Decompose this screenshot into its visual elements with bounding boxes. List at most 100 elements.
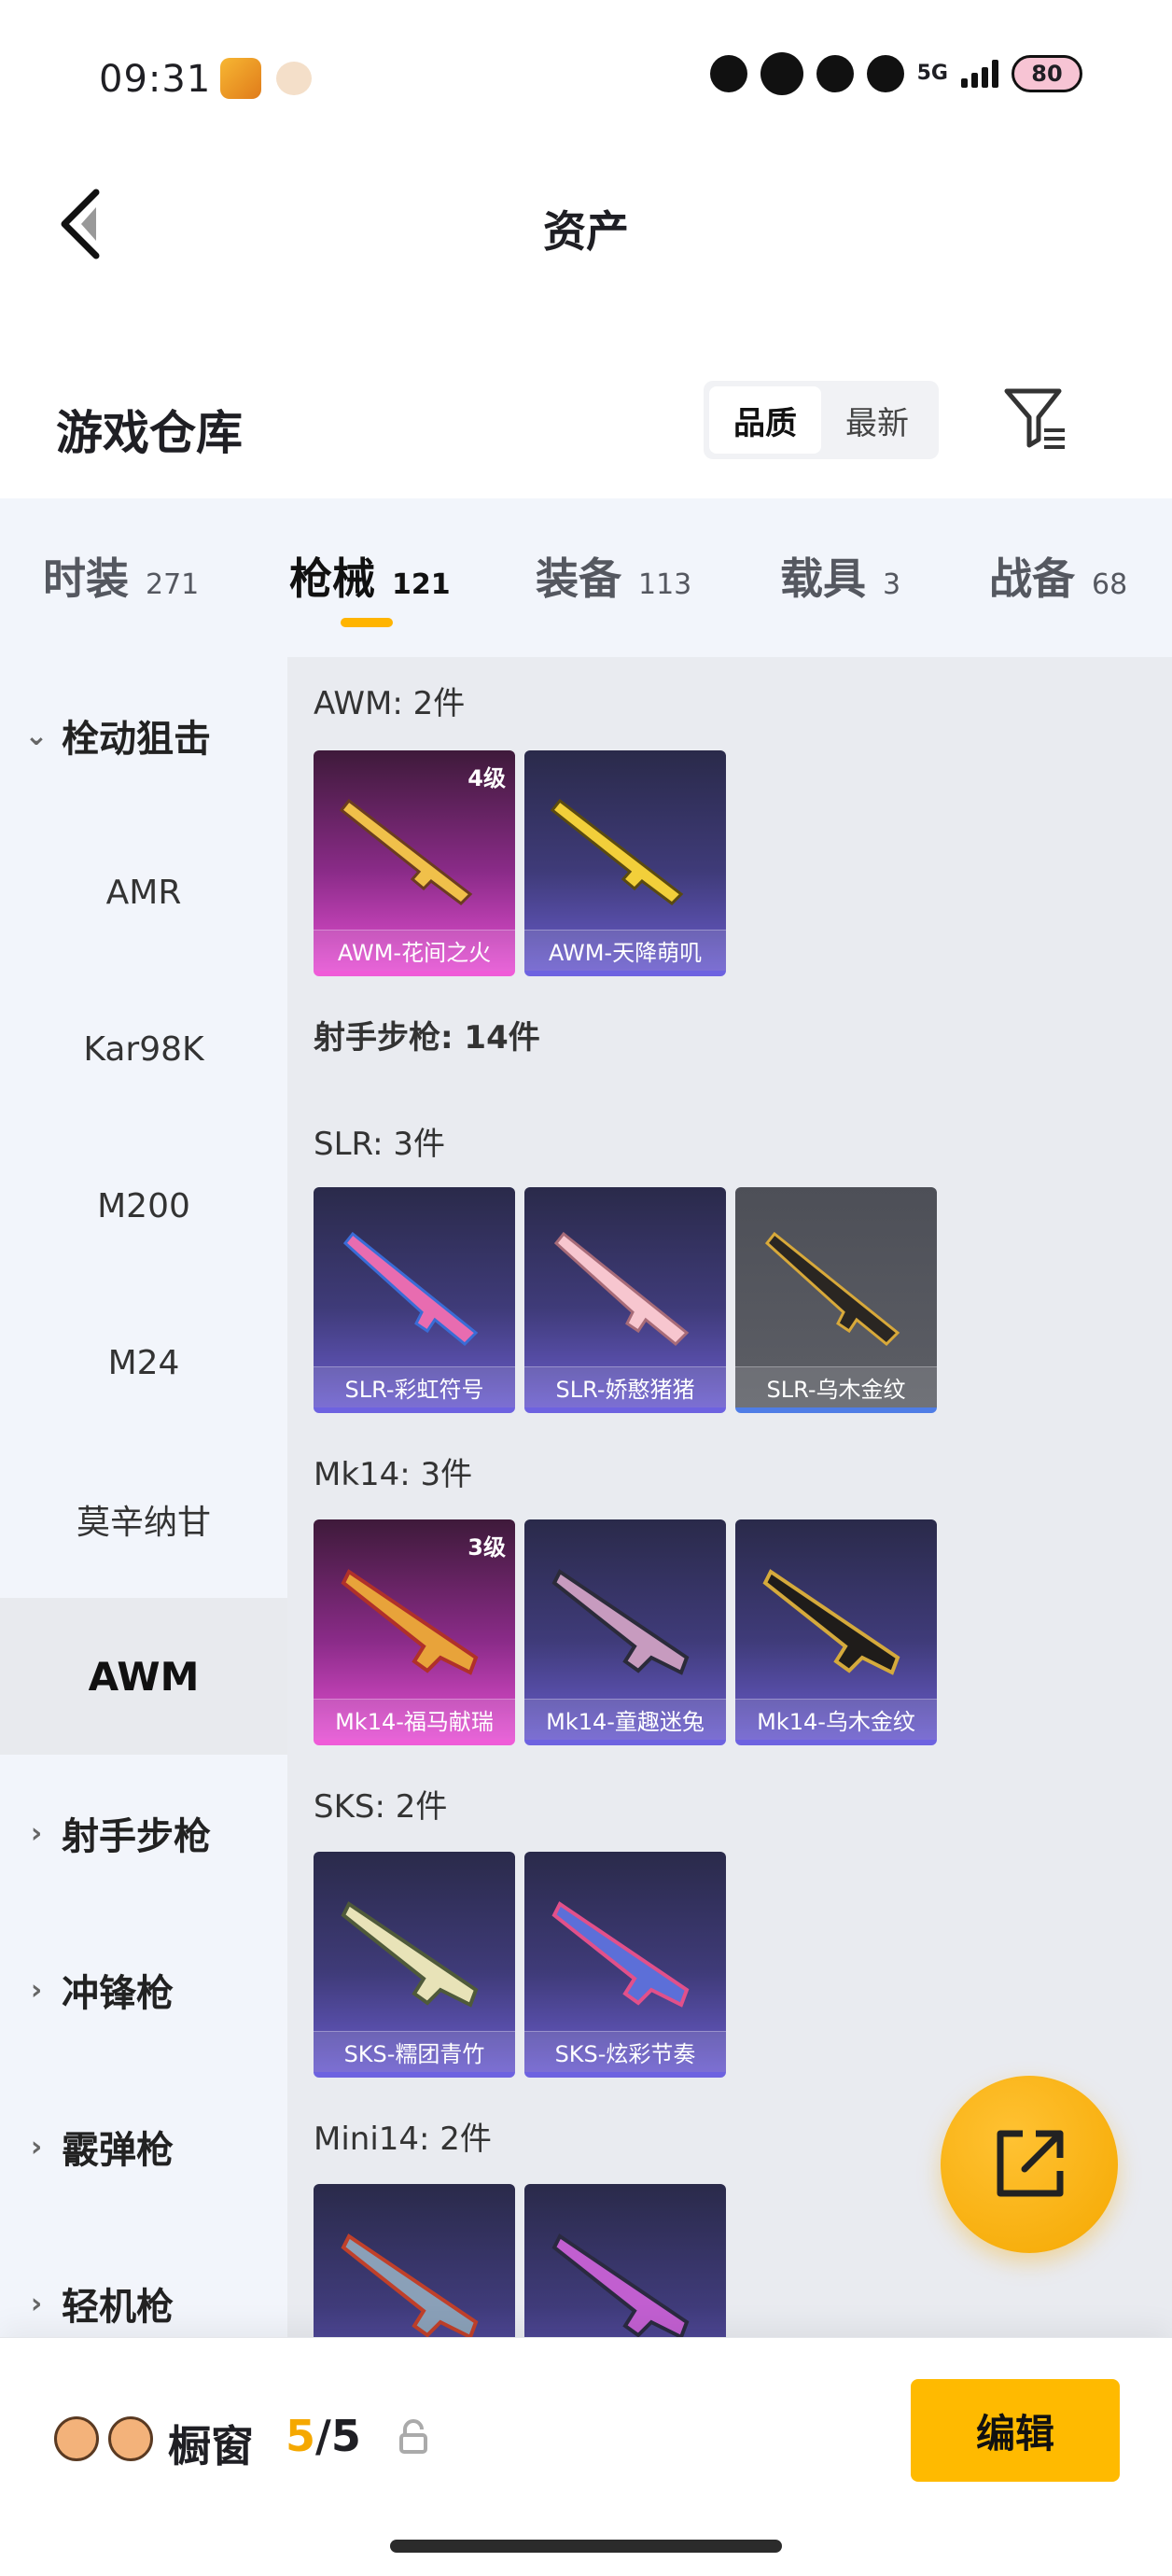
weapon-card[interactable]: SKS-糯团青竹 [314,1852,515,2078]
weapon-name: SLR-乌木金纹 [735,1366,937,1407]
status-bar: 09:31 5G 80 [0,0,1172,159]
rifle-icon [341,1569,479,1675]
chevron-right-icon: › [30,1816,43,1850]
tab-count: 68 [1092,568,1128,601]
tab-label: 装备 [536,553,621,604]
sort-latest-option[interactable]: 最新 [821,386,933,454]
tab-equipment[interactable]: 装备 113 [536,545,691,607]
section-title-dmr: 射手步枪: 14件 [314,1019,540,1057]
showcase-used: 5 [286,2411,316,2461]
sidebar-item-amr[interactable]: AMR [0,814,287,971]
sidebar-group-shotgun[interactable]: › 霰弹枪 [0,2068,287,2225]
weapon-card[interactable]: Mk14-童趣迷兔 [524,1519,726,1745]
app-header: 资产 [0,159,1172,289]
showcase-pets [54,2416,153,2461]
filter-icon [1004,388,1065,449]
game-app-icon [220,58,261,99]
signal-icon [961,60,998,88]
sidebar-group-label: 轻机枪 [62,2286,174,2329]
rifle-icon [551,1569,690,1675]
section-title-sks: SKS: 2件 [314,1788,448,1826]
section-title-mini14: Mini14: 2件 [314,2121,492,2158]
warehouse-title: 游戏仓库 [56,406,243,460]
rifle-icon [341,2233,479,2337]
chevron-down-icon: ⌄ [24,719,49,752]
status-time: 09:31 [99,58,212,101]
rifle-icon [551,2233,690,2337]
rifle-icon [339,798,473,905]
sidebar-group-label: 栓动狙击 [62,718,211,761]
tab-label: 载具 [780,553,866,604]
weapon-type-sidebar: ⌄ 栓动狙击 AMR Kar98K M200 M24 莫辛纳甘 AWM › 射手… [0,657,287,2337]
showcase-label: 橱窗 [168,2421,254,2471]
weapon-card[interactable]: Mk14-乌木金纹 [735,1519,937,1745]
weapon-name: Mk14-乌木金纹 [735,1699,937,1740]
sidebar-item-m24[interactable]: M24 [0,1284,287,1441]
paw-icon [108,2416,153,2461]
alarm-icon [760,52,803,95]
network-type: 5G [916,62,948,85]
weapon-name: SKS-糯团青竹 [314,2031,515,2072]
tab-label: 枪械 [289,553,375,604]
weapon-card[interactable]: SLR-娇憨猪猪 [524,1187,726,1413]
tab-count: 121 [392,568,451,601]
page-title: 资产 [543,206,629,257]
rifle-icon [550,798,684,905]
weapon-card[interactable]: 4级 AWM-花间之火 [314,750,515,976]
paw-icon [816,55,854,92]
sidebar-group-smg[interactable]: › 冲锋枪 [0,1911,287,2068]
home-indicator[interactable] [390,2540,782,2553]
active-tab-indicator [341,618,393,627]
weapon-card[interactable]: AWM-天降萌叽 [524,750,726,976]
weapon-card[interactable]: SLR-乌木金纹 [735,1187,937,1413]
sidebar-group-label: 冲锋枪 [62,1972,174,2015]
sidebar-item-awm[interactable]: AWM [0,1598,287,1755]
rifle-icon [341,1901,479,2008]
tab-supplies[interactable]: 战备 68 [989,545,1127,607]
weapon-name: AWM-花间之火 [314,930,515,971]
weapon-name: SKS-炫彩节奏 [524,2031,726,2072]
tab-count: 3 [883,568,901,601]
weapon-name: Mk14-福马献瑞 [314,1699,515,1740]
lock-icon [399,2419,427,2454]
weapon-card[interactable]: SLR-彩虹符号 [314,1187,515,1413]
tab-vehicles[interactable]: 载具 3 [780,545,900,607]
warehouse-toolbar: 游戏仓库 品质 最新 [0,373,1172,495]
sort-quality-option[interactable]: 品质 [709,386,821,454]
chevron-right-icon: › [30,1973,43,2007]
rifle-icon [553,1231,690,1347]
weapon-name: AWM-天降萌叽 [524,930,726,971]
sidebar-group-lmg[interactable]: › 轻机枪 [0,2225,287,2337]
filter-button[interactable] [997,381,1073,457]
sort-toggle: 品质 最新 [704,381,939,459]
weapon-card[interactable]: 3级 Mk14-福马献瑞 [314,1519,515,1745]
notification-app-icon [276,62,312,95]
sidebar-item-mosin[interactable]: 莫辛纳甘 [0,1441,287,1598]
tab-fashion[interactable]: 时装 271 [43,545,199,607]
weapon-card[interactable] [314,2184,515,2337]
tab-firearms[interactable]: 枪械 121 [289,545,451,607]
chevron-right-icon: › [30,2130,43,2163]
weapon-card[interactable] [524,2184,726,2337]
wifi-icon [866,55,904,92]
tab-count: 113 [638,568,692,601]
weapon-name: SLR-娇憨猪猪 [524,1366,726,1407]
section-title-mk14: Mk14: 3件 [314,1456,473,1493]
showcase-separator: / [315,2411,331,2461]
section-title-awm: AWM: 2件 [314,685,466,722]
share-button[interactable] [941,2076,1118,2253]
bottom-bar: 橱窗 5/5 编辑 [0,2337,1172,2576]
sidebar-group-label: 射手步枪 [62,1815,211,1858]
edit-button[interactable]: 编辑 [911,2379,1120,2482]
weapon-name: SLR-彩虹符号 [314,1366,515,1407]
sidebar-item-kar98k[interactable]: Kar98K [0,971,287,1127]
notification-icon [709,55,747,92]
sidebar-group-bolt-action[interactable]: ⌄ 栓动狙击 [0,657,287,814]
bear-icon [54,2416,99,2461]
sidebar-item-m200[interactable]: M200 [0,1127,287,1284]
rifle-icon [764,1231,900,1347]
battery-icon: 80 [1012,55,1082,92]
sidebar-group-dmr[interactable]: › 射手步枪 [0,1755,287,1911]
weapon-card[interactable]: SKS-炫彩节奏 [524,1852,726,2078]
sidebar-group-label: 霰弹枪 [62,2129,174,2172]
